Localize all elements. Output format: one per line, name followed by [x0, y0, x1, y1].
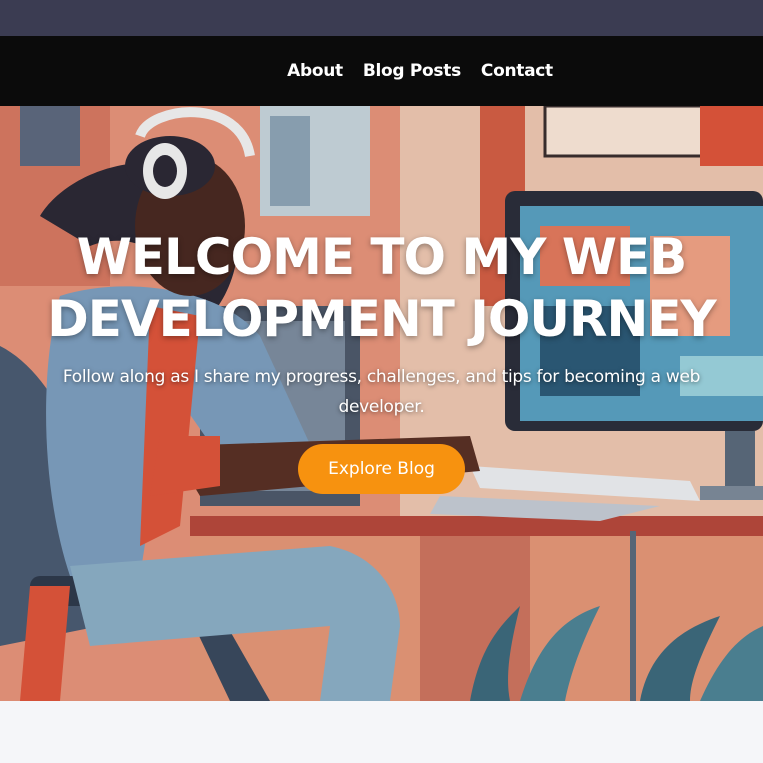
- top-bar: [0, 0, 763, 36]
- explore-blog-button[interactable]: Explore Blog: [298, 444, 465, 494]
- nav-link-about[interactable]: About: [287, 61, 343, 81]
- hero-content: WELCOME TO MY WEB DEVELOPMENT JOURNEY Fo…: [0, 226, 763, 494]
- hero-subtitle-line-2: developer.: [338, 397, 425, 417]
- nav-link-blog-posts[interactable]: Blog Posts: [363, 61, 461, 81]
- page-footer-area: [0, 701, 763, 763]
- nav-links: About Blog Posts Contact: [287, 61, 553, 81]
- nav-link-contact[interactable]: Contact: [481, 61, 553, 81]
- hero-subtitle-line-1: Follow along as I share my progress, cha…: [62, 367, 701, 387]
- hero-title: WELCOME TO MY WEB DEVELOPMENT JOURNEY: [0, 226, 763, 350]
- hero-section: WELCOME TO MY WEB DEVELOPMENT JOURNEY Fo…: [0, 106, 763, 701]
- navbar: About Blog Posts Contact: [0, 36, 763, 106]
- hero-subtitle: Follow along as I share my progress, cha…: [0, 362, 763, 422]
- hero-title-line-2: DEVELOPMENT JOURNEY: [47, 290, 716, 348]
- hero-title-line-1: WELCOME TO MY WEB: [76, 228, 687, 286]
